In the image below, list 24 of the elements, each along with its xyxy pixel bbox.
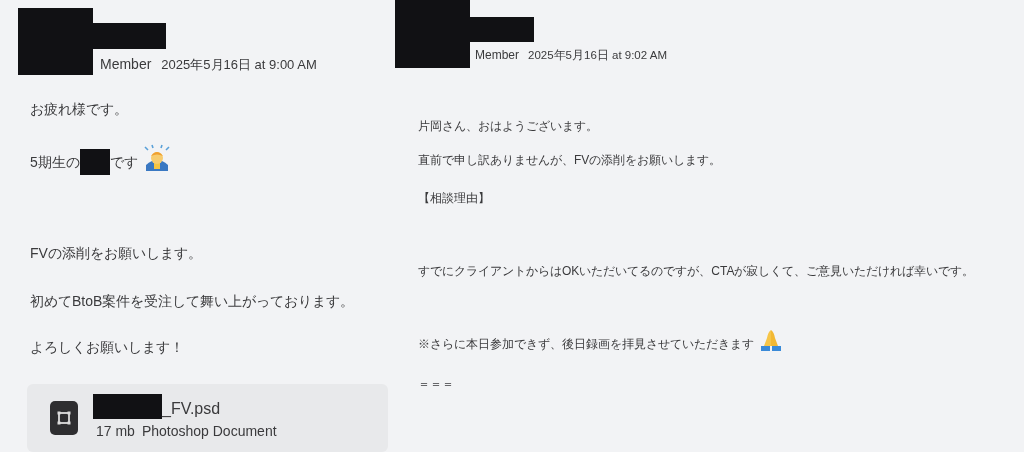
message-text: すでにクライアントからはOKいただいてるのですが、CTAが寂しくて、ご意見いただければ幸いです。 [418, 263, 975, 280]
redaction-box [79, 149, 110, 175]
message-text: です [109, 153, 138, 172]
file-size: 17 mb [96, 422, 135, 441]
message-text: ＝＝＝ [418, 376, 454, 393]
bowing-person-icon [141, 143, 172, 173]
timestamp: 2025年5月16日 at 9:02 AM [528, 48, 667, 63]
file-icon[interactable] [50, 401, 78, 435]
message-text: お疲れ様です。 [30, 100, 128, 119]
file-type: Photoshop Document [141, 422, 277, 441]
message-text: 5期生の [30, 153, 80, 172]
member-role: Member [475, 47, 519, 64]
member-role: Member [100, 55, 152, 74]
redaction-box [93, 394, 162, 419]
message-text: 直前で申し訳ありませんが、FVの添削をお願いします。 [418, 152, 722, 169]
timestamp: 2025年5月16日 at 9:00 AM [161, 56, 317, 74]
message-text: 片岡さん、おはようございます。 [418, 118, 598, 135]
praying-hands-icon [758, 327, 784, 353]
message-text: 【相談理由】 [418, 190, 490, 207]
message-text: 初めてBtoB案件を受注して舞い上がっております。 [30, 292, 355, 311]
message-text: よろしくお願いします！ [30, 338, 184, 357]
message-text: _FV.psd [162, 399, 221, 419]
message-text: FVの添削をお願いします。 [30, 244, 202, 263]
message-text: ※さらに本日参加できず、後日録画を拝見させていただきます [418, 336, 754, 353]
